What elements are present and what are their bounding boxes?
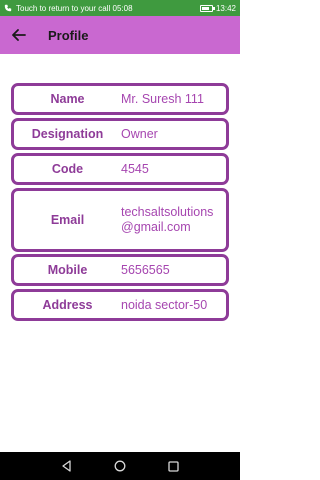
nav-home-button[interactable] [113,459,127,473]
profile-label: Designation [31,127,104,141]
system-nav-bar [0,452,240,480]
triangle-back-icon [62,460,71,472]
profile-label: Mobile [47,263,88,277]
status-time: 13:42 [215,3,236,13]
profile-label: Name [50,92,85,106]
profile-label: Email [50,213,85,227]
nav-back-button[interactable] [60,459,74,473]
profile-value: 4545 [121,161,149,176]
back-button[interactable] [10,26,28,44]
profile-row-mobile: Mobile 5656565 [11,254,229,286]
phone-icon [4,4,12,12]
profile-row-address: Address noida sector-50 [11,289,229,321]
profile-row-name: Name Mr. Suresh 111 [11,83,229,115]
battery-icon [199,4,215,12]
arrow-left-icon [12,29,26,41]
profile-value: techsaltsolutions@gmail.com [121,205,214,234]
app-bar: Profile [0,16,240,54]
square-recents-icon [168,460,179,472]
profile-row-email: Email techsaltsolutions@gmail.com [11,188,229,252]
nav-recents-button[interactable] [166,459,180,473]
profile-content: Name Mr. Suresh 111 Designation Owner Co… [0,54,240,452]
page-title: Profile [48,27,89,43]
profile-value: 5656565 [121,262,170,277]
status-bar[interactable]: Touch to return to your call 05:08 13:42 [0,0,240,16]
profile-value: Mr. Suresh 111 [121,91,204,106]
profile-label: Code [51,162,84,176]
call-return-text: Touch to return to your call 05:08 [16,3,133,13]
profile-row-designation: Designation Owner [11,118,229,150]
profile-row-code: Code 4545 [11,153,229,185]
profile-label: Address [42,298,93,312]
circle-home-icon [114,460,126,472]
profile-value: noida sector-50 [121,297,208,312]
call-return-banner[interactable]: Touch to return to your call 05:08 [4,4,200,13]
profile-value: Owner [121,126,158,141]
